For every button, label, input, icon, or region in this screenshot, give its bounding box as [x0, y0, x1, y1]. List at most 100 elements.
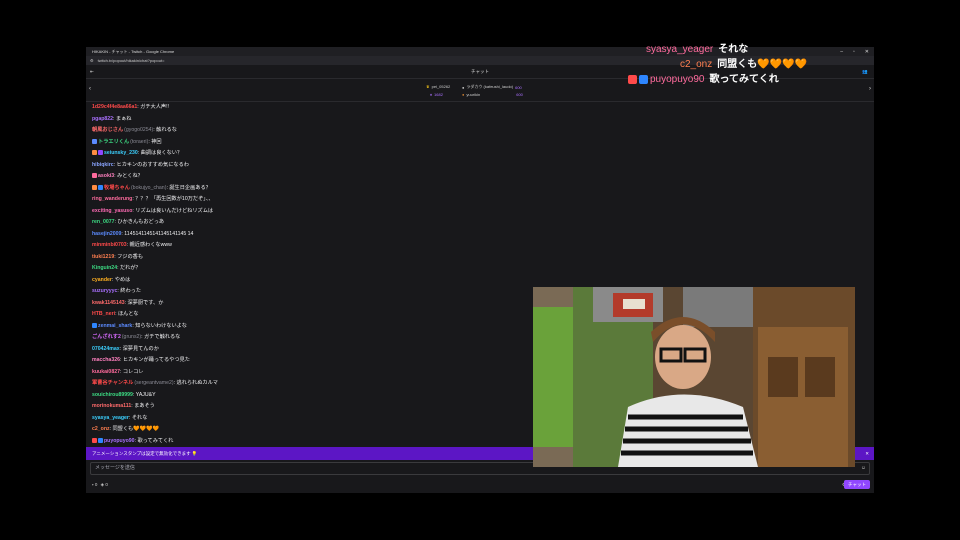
- overlay-text: それな: [718, 44, 749, 55]
- chat-username[interactable]: ごんざれす2: [92, 334, 121, 340]
- chat-username[interactable]: suzuryyyc: [92, 288, 117, 294]
- chat-username[interactable]: 朝風おじさん: [92, 127, 123, 133]
- chat-message: pgap822: まぁね: [92, 114, 532, 126]
- chat-text: : まぁね: [113, 115, 132, 122]
- chat-message: suzuryyyc: 終わった: [92, 286, 532, 298]
- chevron-left-icon[interactable]: ‹: [89, 86, 91, 92]
- chat-username[interactable]: トラエリくん: [98, 139, 129, 145]
- leaderboard-count: ♦ 1682: [430, 92, 443, 97]
- badge-icon[interactable]: [92, 322, 97, 328]
- chevron-right-icon[interactable]: ›: [869, 86, 871, 92]
- chat-text: : コレコレ: [119, 368, 144, 375]
- chat-username[interactable]: 牧場ちゃん: [104, 185, 130, 191]
- chat-text: : 歌ってみてくれ: [134, 437, 174, 444]
- chat-message: tiuki1219: フジの香も: [92, 252, 532, 264]
- chat-username[interactable]: exciting_yasuso: [92, 208, 132, 214]
- badge-icon[interactable]: [92, 437, 97, 443]
- overlay-text: 歌ってみてくれ: [709, 74, 779, 85]
- chat-text: : 終わった: [117, 288, 142, 294]
- chat-username[interactable]: zenmai_shark: [98, 323, 132, 329]
- badge-icon[interactable]: [92, 138, 97, 144]
- window-controls: – ▫ ✕: [840, 49, 874, 55]
- close-icon[interactable]: ✕: [865, 49, 869, 55]
- chat-text: : ガチ大人声!!: [137, 104, 169, 110]
- chat-handle: (gyogo0254): [124, 127, 154, 133]
- chat-username[interactable]: ring_wanderung: [92, 196, 132, 202]
- points-icon[interactable]: ⬩: [92, 482, 94, 487]
- chat-username[interactable]: HTB_neri: [92, 311, 115, 317]
- chat-title: チャット: [471, 69, 489, 74]
- chat-username[interactable]: hibiqkirc: [92, 162, 114, 168]
- chat-handle: (bokujyo_chan): [130, 184, 167, 191]
- chat-message: c2_onz: 同盟くも🧡🧡🧡🧡: [92, 424, 532, 436]
- chat-username[interactable]: Kinguin24: [92, 265, 117, 271]
- chat-text: : ヒカキンのおすすめ気になるわ: [113, 161, 189, 168]
- chat-username[interactable]: minminbi0703: [92, 242, 127, 248]
- chat-message: 1d29c4f4e8aa66a1: ガチ大人声!!: [92, 102, 532, 114]
- chat-username[interactable]: seiunsky_230: [104, 150, 138, 156]
- medal-icon: ●: [462, 84, 465, 90]
- chat-username[interactable]: kwak1145143: [92, 300, 125, 306]
- badge-icon[interactable]: [98, 150, 103, 156]
- chat-username[interactable]: 軍曹谷チャンネル: [92, 380, 133, 386]
- chat-username[interactable]: syasya_yeager: [92, 415, 129, 421]
- chat-message: ごんざれす2(gruns2): ガチで触れるな: [92, 332, 532, 344]
- chat-message-list: 1d29c4f4e8aa66a1: ガチ大人声!! pgap822: まぁね 朝風お…: [92, 102, 532, 447]
- chat-text: : 深夢厨です、か: [124, 299, 164, 306]
- lightbulb-icon: 💡: [191, 451, 198, 456]
- chat-username[interactable]: maccha326: [92, 357, 120, 363]
- chat-text: : ガチで触れるな: [141, 334, 181, 340]
- chat-username[interactable]: ren_0077: [92, 219, 115, 225]
- badge-icon[interactable]: [92, 173, 97, 179]
- bits-icon[interactable]: ◈: [101, 482, 104, 487]
- webcam-image: [533, 287, 855, 467]
- leaderboard-item[interactable]: ● yuurikin 600: [462, 92, 523, 97]
- badge-icon: [628, 74, 637, 84]
- url-text[interactable]: twitch.tv/popout/hikakin/chat?popout=: [98, 58, 165, 63]
- chat-message: minminbi0703: 親近感わくなwww: [92, 240, 532, 252]
- chat-text: : 深夢見てんのか: [119, 345, 159, 352]
- overlay-username: puyopuyo90: [650, 74, 705, 85]
- badge-icon[interactable]: [92, 150, 97, 156]
- chat-username[interactable]: cyander: [92, 277, 112, 283]
- chat-overlay: syasya_yeager それな c2_onz 同盟くも🧡🧡🧡🧡 puyopuyo90…: [628, 42, 828, 87]
- chat-message: kwak1145143: 深夢厨です、か: [92, 298, 532, 310]
- chat-text: : 触れるな: [153, 127, 177, 133]
- chat-message: 軍曹谷チャンネル(sergeantvame2): 逃れられぬカルマ: [92, 378, 532, 390]
- chat-message: トラエリくん(toraeri): 神回: [92, 137, 532, 149]
- chat-username[interactable]: tiuki1219: [92, 254, 114, 260]
- leaderboard-item[interactable]: ● ラダカウ (kafeushi_laudo) 600: [462, 84, 522, 90]
- chat-username[interactable]: c2_onz: [92, 426, 110, 432]
- minimize-icon[interactable]: –: [840, 49, 843, 55]
- leaderboard-item[interactable]: ♛ pei_05262: [426, 84, 450, 89]
- chat-message: seiunsky_230: 曲調は良くない？: [92, 148, 532, 160]
- chat-send-button[interactable]: チャット: [844, 480, 870, 489]
- chat-username[interactable]: 070424max: [92, 346, 120, 352]
- chat-handle: (sergeantvame2): [134, 380, 174, 386]
- chat-username[interactable]: asoki3: [98, 173, 114, 179]
- collapse-icon[interactable]: ⇤: [90, 65, 94, 79]
- badge-icon[interactable]: [98, 437, 103, 443]
- site-info-icon[interactable]: ⚙: [90, 58, 94, 63]
- chat-message: morinokuma111: まあそう: [92, 401, 532, 413]
- chat-text: : みとくね？: [114, 173, 143, 179]
- chat-username[interactable]: hasejin2009: [92, 231, 121, 237]
- maximize-icon[interactable]: ▫: [853, 49, 855, 55]
- chat-username[interactable]: morinokuma111: [92, 403, 131, 409]
- chat-username[interactable]: puyopuyo90: [104, 438, 135, 444]
- chat-message: syasya_yeager: それな: [92, 413, 532, 425]
- emote-icon[interactable]: ☺: [861, 463, 866, 474]
- chat-username[interactable]: souichirou89999: [92, 392, 133, 398]
- chat-handle: (toraeri): [130, 138, 149, 145]
- chat-username[interactable]: 1d29c4f4e8aa66a1: [92, 104, 137, 110]
- users-icon[interactable]: 👥: [862, 65, 868, 79]
- badge-icon[interactable]: [92, 184, 97, 190]
- window-title: HIKAKIN - チャット - Twitch - Google Chrome: [92, 48, 175, 54]
- chat-text: : だれが？: [117, 265, 141, 271]
- chat-text: : YAJU&Y: [132, 391, 156, 398]
- chat-username[interactable]: pgap822: [92, 116, 113, 122]
- close-icon[interactable]: ✕: [865, 447, 869, 460]
- badge-icon[interactable]: [98, 184, 103, 190]
- chat-text: : フジの香も: [114, 253, 144, 260]
- chat-username[interactable]: kuukai0827: [92, 369, 120, 375]
